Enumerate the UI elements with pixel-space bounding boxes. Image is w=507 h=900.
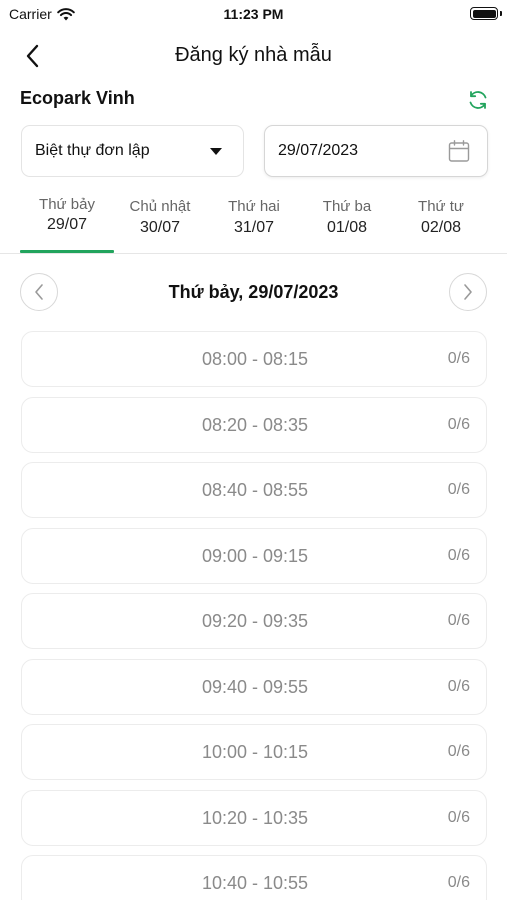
time-slot[interactable]: 09:40 - 09:55 0/6 [21,659,487,715]
tab-day-label: Chủ nhật [129,198,191,215]
slot-capacity: 0/6 [447,743,470,760]
tab-date-label: 29/07 [46,216,88,233]
slot-time: 08:40 - 08:55 [201,480,309,500]
time-slot[interactable]: 08:40 - 08:55 0/6 [21,462,487,518]
tab-date-label: 31/07 [233,219,275,236]
date-picker[interactable]: 29/07/2023 [264,125,488,177]
slot-time: 09:40 - 09:55 [201,677,309,697]
tab-date-label: 30/07 [139,219,181,236]
calendar-icon [448,140,470,162]
day-header: Thứ bảy, 29/07/2023 [20,272,487,312]
tab-day-4[interactable]: Thứ ba 01/08 [300,192,394,254]
time-slot[interactable]: 08:00 - 08:15 0/6 [21,331,487,387]
tab-day-2[interactable]: Chủ nhật 30/07 [113,192,207,254]
nav-bar: Đăng ký nhà mẫu [0,36,507,76]
tab-day-1[interactable]: Thứ bảy 29/07 [20,192,114,254]
slot-time: 09:00 - 09:15 [201,546,309,566]
slot-capacity: 0/6 [447,874,470,891]
tab-day-3[interactable]: Thứ hai 31/07 [207,192,301,254]
slot-time: 10:20 - 10:35 [201,808,309,828]
caret-down-icon [210,148,222,155]
time-slot[interactable]: 10:20 - 10:35 0/6 [21,790,487,846]
project-name: Ecopark Vinh [20,88,135,108]
time-slot[interactable]: 10:40 - 10:55 0/6 [21,855,487,900]
slot-time: 08:00 - 08:15 [201,349,309,369]
house-type-select[interactable]: Biệt thự đơn lập [21,125,244,177]
house-type-value: Biệt thự đơn lập [35,142,150,159]
next-day-button[interactable] [449,273,487,311]
tab-day-label: Thứ tư [418,198,464,215]
battery-icon [470,7,498,20]
time-slot[interactable]: 09:20 - 09:35 0/6 [21,593,487,649]
refresh-button[interactable] [466,88,490,112]
day-tabs: Thứ bảy 29/07 Chủ nhật 30/07 Thứ hai 31/… [0,192,507,254]
refresh-icon [469,91,487,109]
tab-day-label: Thứ hai [228,198,280,215]
tab-date-label: 01/08 [326,219,368,236]
slot-capacity: 0/6 [447,416,470,433]
status-time: 11:23 PM [223,6,284,22]
slot-capacity: 0/6 [447,481,470,498]
slot-capacity: 0/6 [447,350,470,367]
status-bar: Carrier 11:23 PM [0,0,507,28]
time-slot[interactable]: 08:20 - 08:35 0/6 [21,397,487,453]
date-value: 29/07/2023 [278,142,359,159]
tab-date-label: 02/08 [420,219,462,236]
slot-capacity: 0/6 [447,547,470,564]
slot-time: 10:00 - 10:15 [201,742,309,762]
slot-capacity: 0/6 [447,612,470,629]
tab-day-label: Thứ bảy [39,196,95,213]
slot-capacity: 0/6 [447,678,470,695]
slot-time: 09:20 - 09:35 [201,611,309,631]
time-slot[interactable]: 10:00 - 10:15 0/6 [21,724,487,780]
selected-day-title: Thứ bảy, 29/07/2023 [168,282,339,302]
page-title: Đăng ký nhà mẫu [175,44,332,66]
time-slot[interactable]: 09:00 - 09:15 0/6 [21,528,487,584]
project-row: Ecopark Vinh [20,86,490,114]
slot-time: 10:40 - 10:55 [201,873,309,893]
slot-capacity: 0/6 [447,809,470,826]
tab-day-5[interactable]: Thứ tư 02/08 [394,192,488,254]
filters: Biệt thự đơn lập 29/07/2023 [21,125,488,177]
chevron-right-icon [464,284,472,300]
slot-time: 08:20 - 08:35 [201,415,309,435]
active-tab-indicator [20,250,114,253]
tab-day-label: Thứ ba [322,198,372,215]
